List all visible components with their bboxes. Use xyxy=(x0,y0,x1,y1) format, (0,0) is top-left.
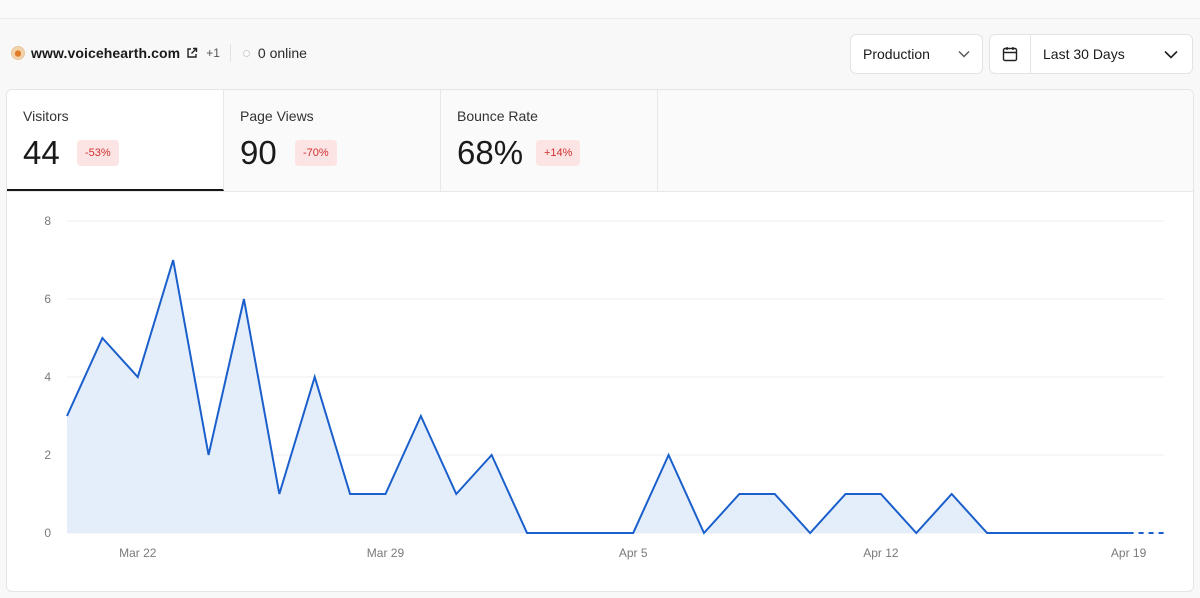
x-tick-label: Apr 5 xyxy=(619,546,648,560)
y-tick-label: 0 xyxy=(44,526,51,540)
stats-panel: Visitors 44 -53% Page Views 90 -70% Boun… xyxy=(6,89,1194,592)
tab-bounce-rate-change-badge: +14% xyxy=(536,140,581,166)
series-area xyxy=(67,260,1129,533)
y-tick-label: 6 xyxy=(44,292,51,306)
x-tick-label: Apr 19 xyxy=(1111,546,1147,560)
calendar-button[interactable] xyxy=(990,35,1031,73)
x-tick-label: Apr 12 xyxy=(863,546,899,560)
tab-bounce-rate[interactable]: Bounce Rate 68% +14% xyxy=(441,90,658,191)
tab-page-views[interactable]: Page Views 90 -70% xyxy=(224,90,441,191)
y-tick-label: 8 xyxy=(44,214,51,228)
tab-bounce-rate-label: Bounce Rate xyxy=(457,108,538,124)
header-divider xyxy=(229,44,231,62)
top-strip xyxy=(0,0,1200,19)
tab-visitors-label: Visitors xyxy=(23,108,69,124)
online-status-dot-icon xyxy=(242,49,250,57)
tabs-spacer xyxy=(658,90,1193,191)
site-name-link[interactable]: www.voicehearth.com xyxy=(31,45,180,61)
x-tick-label: Mar 29 xyxy=(367,546,405,560)
y-tick-label: 2 xyxy=(44,448,51,462)
x-tick-label: Mar 22 xyxy=(119,546,157,560)
tab-page-views-label: Page Views xyxy=(240,108,314,124)
date-range-value: Last 30 Days xyxy=(1043,46,1125,62)
extra-sites-count[interactable]: +1 xyxy=(206,46,220,60)
date-range-select[interactable]: Last 30 Days xyxy=(989,34,1193,74)
external-link-icon[interactable] xyxy=(186,47,198,59)
site-info: www.voicehearth.com +1 0 online xyxy=(11,43,307,63)
environment-select-value: Production xyxy=(863,46,930,62)
y-tick-label: 4 xyxy=(44,370,51,384)
visitors-chart: 0 2 4 6 8 Mar 22 Mar 29 Apr 5 Apr 12 Apr 19 xyxy=(44,214,1164,560)
tab-visitors-change-badge: -53% xyxy=(77,140,119,166)
tab-visitors-value: 44 xyxy=(23,134,60,171)
site-favicon-icon xyxy=(11,46,25,60)
tab-page-views-change-badge: -70% xyxy=(295,140,337,166)
online-count: 0 online xyxy=(257,45,307,61)
environment-select[interactable]: Production xyxy=(850,34,983,74)
chevron-down-icon xyxy=(1164,50,1178,59)
metric-tabs: Visitors 44 -53% Page Views 90 -70% Boun… xyxy=(7,90,1193,192)
tab-visitors[interactable]: Visitors 44 -53% xyxy=(7,90,224,191)
chevron-down-icon xyxy=(958,51,970,58)
tab-page-views-value: 90 xyxy=(240,134,277,171)
calendar-icon xyxy=(1002,47,1018,62)
tab-bounce-rate-value: 68% xyxy=(457,134,524,171)
